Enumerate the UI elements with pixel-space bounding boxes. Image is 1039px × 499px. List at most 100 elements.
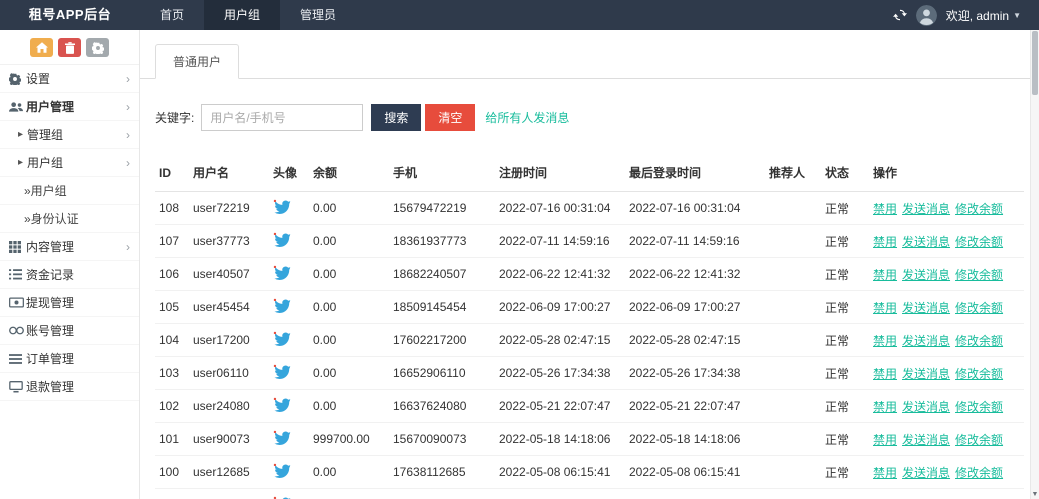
- action-modify-balance[interactable]: 修改余额: [955, 367, 1003, 381]
- action-disable[interactable]: 禁用: [873, 235, 897, 249]
- action-send-message[interactable]: 发送消息: [902, 400, 950, 414]
- action-disable[interactable]: 禁用: [873, 433, 897, 447]
- last-login-cell: 2022-05-08 06:15:41: [625, 456, 765, 489]
- phone-cell: 18361937773: [389, 225, 495, 258]
- sidebar-item-user-group-sub[interactable]: »用户组: [0, 177, 139, 205]
- action-modify-balance[interactable]: 修改余额: [955, 202, 1003, 216]
- action-send-message[interactable]: 发送消息: [902, 433, 950, 447]
- sidebar-item-user-management[interactable]: 用户管理›: [0, 93, 139, 121]
- action-send-message[interactable]: 发送消息: [902, 268, 950, 282]
- gear-icon: [92, 42, 104, 54]
- table-row: 102user240800.00166376240802022-05-21 22…: [155, 390, 1024, 423]
- sidebar-item-refund-management[interactable]: 退款管理: [0, 373, 139, 401]
- table-row: 108user722190.00156794722192022-07-16 00…: [155, 192, 1024, 225]
- action-send-message[interactable]: 发送消息: [902, 235, 950, 249]
- table-row: 101user90073999700.00156700900732022-05-…: [155, 423, 1024, 456]
- username-cell: user27979: [189, 489, 269, 499]
- action-modify-balance[interactable]: 修改余额: [955, 433, 1003, 447]
- action-modify-balance[interactable]: 修改余额: [955, 466, 1003, 480]
- action-send-message[interactable]: 发送消息: [902, 301, 950, 315]
- gear-button[interactable]: [86, 38, 109, 57]
- sidebar-item-withdraw-management[interactable]: 提现管理: [0, 289, 139, 317]
- scrollbar-thumb[interactable]: [1032, 31, 1038, 95]
- users-table: ID用户名头像余额手机注册时间最后登录时间推荐人状态操作 108user7221…: [155, 154, 1024, 499]
- status-cell: 正常: [821, 423, 869, 456]
- sidebar-item-user-group[interactable]: ▸用户组›: [0, 149, 139, 177]
- column-header: ID: [155, 154, 189, 192]
- username-cell: user90073: [189, 423, 269, 456]
- action-send-message[interactable]: 发送消息: [902, 367, 950, 381]
- action-send-message[interactable]: 发送消息: [902, 334, 950, 348]
- reg-time-cell: 2022-06-22 12:41:32: [495, 258, 625, 291]
- search-button[interactable]: 搜索: [371, 104, 421, 131]
- home-button[interactable]: [30, 38, 53, 57]
- action-disable[interactable]: 禁用: [873, 400, 897, 414]
- balance-cell: 0.00: [309, 225, 389, 258]
- action-modify-balance[interactable]: 修改余额: [955, 334, 1003, 348]
- sidebar-item-label: 用户组: [27, 154, 63, 171]
- sidebar-menu: 设置›用户管理›▸管理组›▸用户组›»用户组»身份认证内容管理› 资金记录提现管理…: [0, 65, 139, 401]
- actions-cell: 禁用发送消息修改余额: [869, 291, 1024, 324]
- reg-time-cell: 2022-07-11 14:59:16: [495, 225, 625, 258]
- reg-time-cell: 2022-04-26 22:58:15: [495, 489, 625, 499]
- referrer-cell: [765, 324, 821, 357]
- sidebar-item-content-management[interactable]: 内容管理›: [0, 233, 139, 261]
- user-avatar[interactable]: [916, 5, 937, 26]
- eye-icon: [9, 326, 26, 335]
- table-row: 104user172000.00176022172002022-05-28 02…: [155, 324, 1024, 357]
- column-header: 注册时间: [495, 154, 625, 192]
- avatar-cell: [269, 291, 309, 324]
- action-disable[interactable]: 禁用: [873, 367, 897, 381]
- sidebar-item-order-management[interactable]: 订单管理: [0, 345, 139, 373]
- sidebar-item-settings[interactable]: 设置›: [0, 65, 139, 93]
- action-send-message[interactable]: 发送消息: [902, 466, 950, 480]
- action-disable[interactable]: 禁用: [873, 301, 897, 315]
- sidebar-item-admin-group[interactable]: ▸管理组›: [0, 121, 139, 149]
- avatar-cell: [269, 456, 309, 489]
- nav-item-user-group[interactable]: 用户组: [204, 0, 280, 30]
- app-title: 租号APP后台: [0, 0, 140, 30]
- scroll-down-arrow-icon[interactable]: ▼: [1031, 491, 1039, 498]
- referrer-cell: [765, 489, 821, 499]
- last-login-cell: 2022-05-21 22:07:47: [625, 390, 765, 423]
- top-navbar: 租号APP后台 首页用户组管理员 欢迎, admin ▼: [0, 0, 1039, 30]
- last-login-cell: 2022-05-26 17:34:38: [625, 357, 765, 390]
- column-header: 推荐人: [765, 154, 821, 192]
- action-disable[interactable]: 禁用: [873, 268, 897, 282]
- search-input[interactable]: [201, 104, 363, 131]
- last-login-cell: 2022-04-26 22:58:15: [625, 489, 765, 499]
- nav-item-admin[interactable]: 管理员: [280, 0, 356, 30]
- refresh-icon[interactable]: [893, 8, 907, 22]
- clear-button[interactable]: 清空: [425, 104, 475, 131]
- sidebar-item-identity-auth[interactable]: »身份认证: [0, 205, 139, 233]
- last-login-cell: 2022-06-22 12:41:32: [625, 258, 765, 291]
- status-cell: 正常: [821, 258, 869, 291]
- referrer-cell: [765, 192, 821, 225]
- sidebar-item-label: 资金记录: [26, 266, 74, 283]
- user-menu[interactable]: 欢迎, admin ▼: [946, 7, 1021, 24]
- sidebar-item-fund-records[interactable]: 资金记录: [0, 261, 139, 289]
- nav-item-home[interactable]: 首页: [140, 0, 204, 30]
- page-layout: 设置›用户管理›▸管理组›▸用户组›»用户组»身份认证内容管理› 资金记录提现管理…: [0, 30, 1039, 499]
- main-content: 普通用户 关键字: 搜索 清空 给所有人发消息 ID用户名头像余额手机注册时间最…: [140, 30, 1039, 499]
- reg-time-cell: 2022-05-08 06:15:41: [495, 456, 625, 489]
- vertical-scrollbar[interactable]: ▼: [1030, 30, 1039, 499]
- action-modify-balance[interactable]: 修改余额: [955, 235, 1003, 249]
- phone-cell: 16652906110: [389, 357, 495, 390]
- broadcast-link[interactable]: 给所有人发消息: [485, 109, 569, 126]
- action-disable[interactable]: 禁用: [873, 334, 897, 348]
- action-disable[interactable]: 禁用: [873, 202, 897, 216]
- action-modify-balance[interactable]: 修改余额: [955, 301, 1003, 315]
- sidebar: 设置›用户管理›▸管理组›▸用户组›»用户组»身份认证内容管理› 资金记录提现管理…: [0, 30, 140, 499]
- bird-avatar-icon: [273, 265, 291, 280]
- tab-normal-users[interactable]: 普通用户: [155, 44, 239, 79]
- action-modify-balance[interactable]: 修改余额: [955, 268, 1003, 282]
- action-modify-balance[interactable]: 修改余额: [955, 400, 1003, 414]
- referrer-cell: [765, 390, 821, 423]
- action-disable[interactable]: 禁用: [873, 466, 897, 480]
- bird-avatar-icon: [273, 331, 291, 346]
- id-cell: 108: [155, 192, 189, 225]
- trash-button[interactable]: [58, 38, 81, 57]
- sidebar-item-account-management[interactable]: 账号管理: [0, 317, 139, 345]
- action-send-message[interactable]: 发送消息: [902, 202, 950, 216]
